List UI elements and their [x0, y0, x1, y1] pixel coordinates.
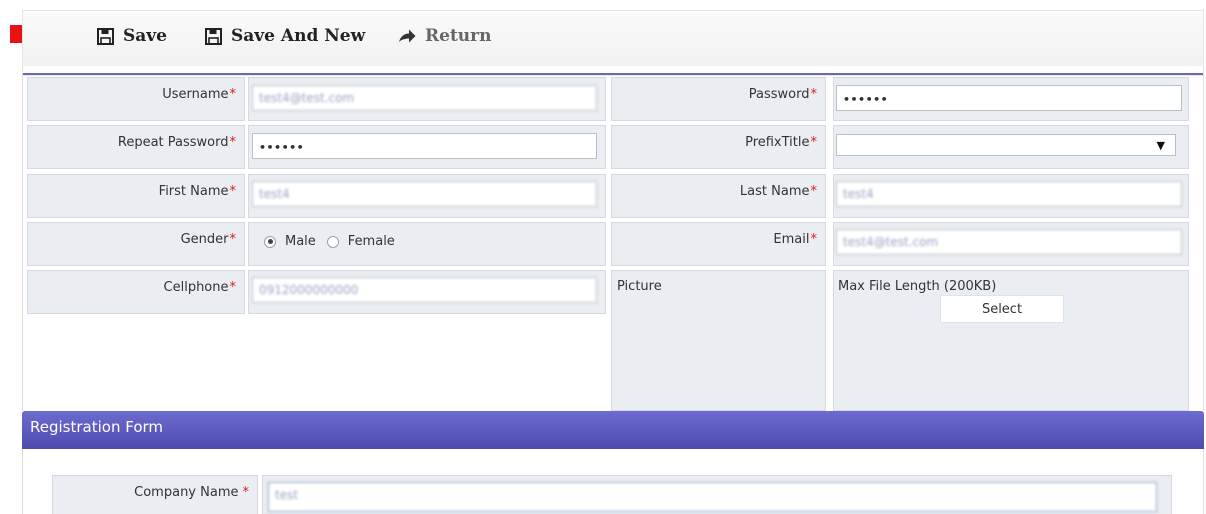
- return-button[interactable]: Return: [398, 23, 491, 49]
- first-name-label: First Name*: [27, 174, 245, 218]
- save-and-new-label: Save And New: [231, 26, 366, 46]
- email-label: Email*: [611, 222, 826, 266]
- gender-male-radio[interactable]: [264, 235, 276, 248]
- picture-select-button[interactable]: Select: [940, 295, 1064, 323]
- last-name-label: Last Name*: [611, 174, 826, 218]
- username-input[interactable]: test4@test.com: [252, 85, 597, 111]
- toolbar: Save Save And New Return: [22, 10, 1204, 66]
- save-and-new-button[interactable]: Save And New: [205, 23, 365, 49]
- max-file-length-text: Max File Length (200KB): [838, 279, 997, 294]
- repeat-password-input[interactable]: ••••••: [252, 133, 597, 159]
- email-input[interactable]: test4@test.com: [836, 229, 1182, 255]
- chevron-down-icon: ▼: [1156, 138, 1165, 152]
- gender-female-radio[interactable]: [326, 235, 339, 248]
- gender-label: Gender*: [27, 222, 245, 266]
- picture-label: Picture: [617, 279, 662, 294]
- repeat-password-label: Repeat Password*: [27, 125, 245, 169]
- frame-right-border: [1203, 66, 1204, 411]
- prefix-title-select[interactable]: ▼: [836, 134, 1176, 156]
- company-name-label: Company Name *: [52, 475, 258, 514]
- gender-female-label: Female: [347, 234, 395, 249]
- return-arrow-icon: [399, 29, 416, 43]
- gender-male-label: Male: [285, 234, 316, 249]
- save-button[interactable]: Save: [97, 23, 167, 49]
- cellphone-input[interactable]: 0912000000000: [252, 277, 597, 303]
- frame-left-border: [22, 66, 23, 411]
- last-name-input[interactable]: test4: [836, 181, 1182, 207]
- save-icon: [97, 27, 114, 45]
- password-label: Password*: [611, 77, 826, 121]
- registration-form-header: Registration Form: [22, 411, 1204, 449]
- password-input[interactable]: ••••••: [836, 85, 1182, 111]
- toolbar-subdivider: [22, 75, 1204, 76]
- gender-radio-group: Male Female: [264, 234, 395, 249]
- return-label: Return: [425, 26, 492, 46]
- save-label: Save: [123, 26, 167, 46]
- picture-label-cell: Picture: [611, 270, 826, 411]
- prefix-title-label: PrefixTitle*: [611, 125, 826, 169]
- first-name-input[interactable]: test4: [252, 181, 597, 207]
- company-name-input[interactable]: test: [268, 482, 1157, 512]
- save-new-icon: [205, 27, 222, 45]
- cellphone-label: Cellphone*: [27, 270, 245, 314]
- username-label: Username*: [27, 77, 245, 121]
